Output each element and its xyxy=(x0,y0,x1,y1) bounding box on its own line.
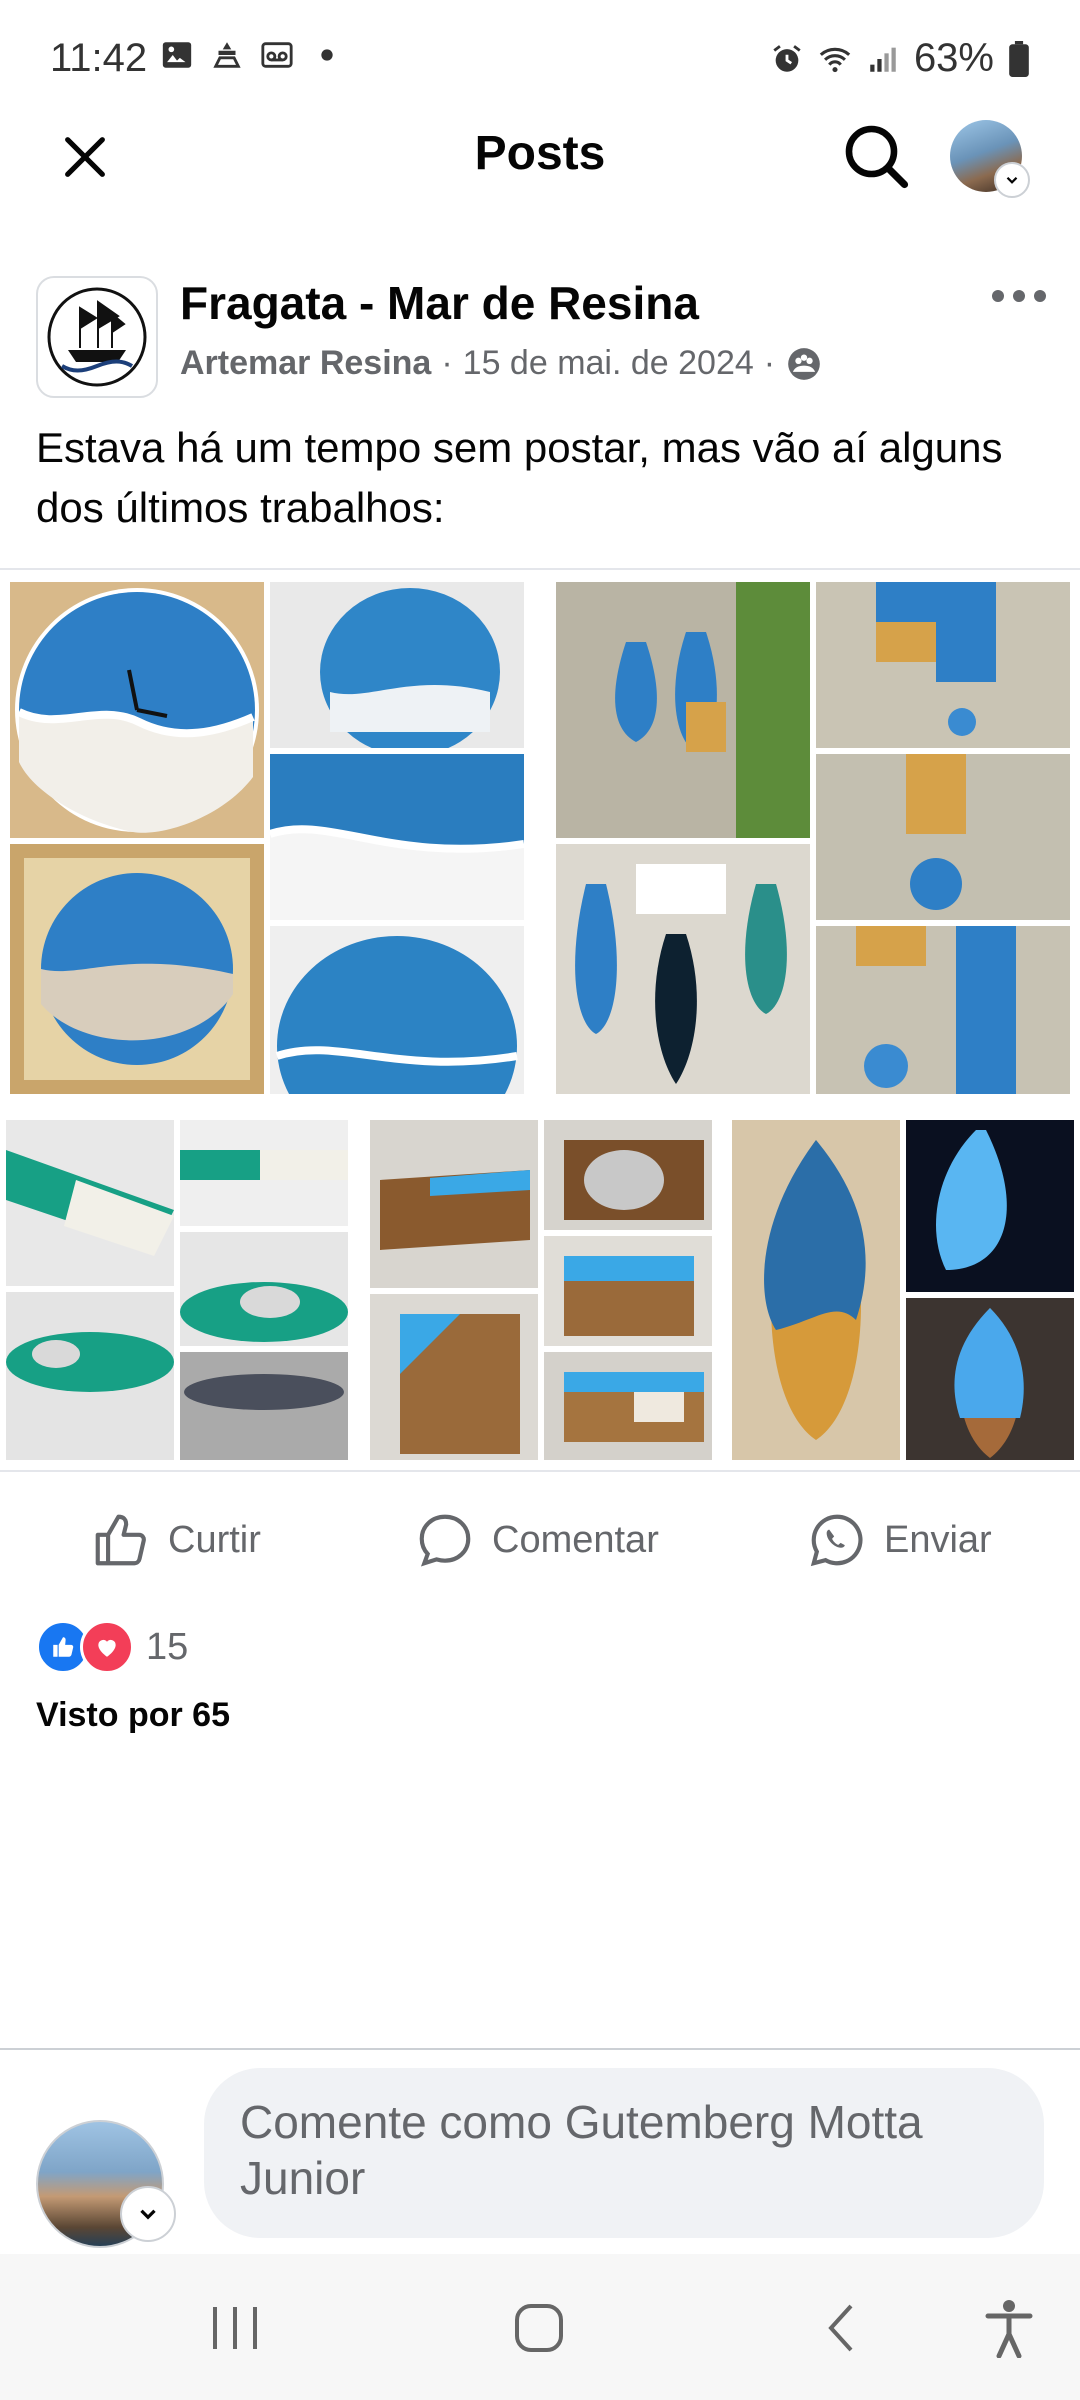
ship-logo-icon xyxy=(47,287,147,387)
photo-glow-2[interactable] xyxy=(906,1298,1074,1460)
photo-clock-box[interactable] xyxy=(10,844,264,1094)
reaction-count: 15 xyxy=(146,1625,189,1668)
home-button[interactable] xyxy=(494,2288,584,2368)
status-time: 11:42 xyxy=(50,36,148,80)
photo-surfboards[interactable] xyxy=(556,844,810,1094)
photo-table-2[interactable] xyxy=(180,1120,348,1226)
chevron-down-icon xyxy=(994,162,1030,198)
recents-icon xyxy=(213,2307,257,2349)
page-title: Posts xyxy=(474,127,606,180)
more-options-button[interactable] xyxy=(984,276,1054,316)
photo-clock-4[interactable] xyxy=(270,926,524,1094)
photo-surfboard-large[interactable] xyxy=(732,1120,900,1460)
photo-collage[interactable] xyxy=(0,572,1080,1472)
page-logo[interactable] xyxy=(36,276,158,398)
photo-keychain-2[interactable] xyxy=(816,582,1070,748)
wifi-icon xyxy=(819,47,851,72)
photo-board-3[interactable] xyxy=(544,1236,712,1346)
signal-icon xyxy=(870,47,896,72)
divider xyxy=(0,1470,1080,1472)
reactions-summary[interactable]: 15 xyxy=(36,1620,188,1674)
home-icon xyxy=(515,2304,563,2352)
meta-separator: · xyxy=(763,344,776,382)
thumbs-up-icon xyxy=(95,1514,146,1566)
recent-apps-button[interactable] xyxy=(190,2288,280,2368)
photo-clock-3[interactable] xyxy=(270,754,524,920)
post-text: Estava há um tempo sem postar, mas vão a… xyxy=(36,424,1003,531)
accessibility-button[interactable] xyxy=(964,2288,1054,2368)
whatsapp-icon xyxy=(810,1514,863,1567)
profile-menu-button[interactable] xyxy=(948,118,1030,198)
search-icon xyxy=(845,125,909,189)
dot-icon xyxy=(321,49,333,61)
photo-board-1[interactable] xyxy=(370,1120,538,1288)
weather-icon xyxy=(213,42,241,68)
send-label: Enviar xyxy=(884,1518,992,1561)
more-dots-icon xyxy=(992,290,1046,302)
gallery-icon xyxy=(162,42,192,68)
app-header: Posts xyxy=(0,100,1080,210)
love-reaction-icon xyxy=(80,1620,134,1674)
back-button[interactable] xyxy=(796,2288,886,2368)
post-meta: Artemar Resina · 15 de mai. de 2024 · xyxy=(180,344,823,383)
status-bar: 11:42 63% xyxy=(0,0,1080,100)
status-notification-icons xyxy=(160,38,344,72)
meta-separator: · xyxy=(441,344,453,382)
system-nav-bar xyxy=(0,2254,1080,2400)
send-button[interactable]: Enviar xyxy=(806,1500,992,1580)
post-page-name[interactable]: Fragata - Mar de Resina xyxy=(180,276,699,330)
like-label: Curtir xyxy=(168,1518,261,1561)
photo-clock-1[interactable] xyxy=(10,582,264,838)
battery-percent: 63% xyxy=(913,36,994,80)
photo-board-4[interactable] xyxy=(370,1294,538,1460)
voicemail-icon xyxy=(261,42,293,68)
accessibility-icon xyxy=(985,2300,1033,2358)
comment-input[interactable]: Comente como Gutemberg Motta Junior xyxy=(204,2068,1044,2238)
status-system-icons: 63% xyxy=(770,36,1030,81)
photo-keychain-3[interactable] xyxy=(816,754,1070,920)
photo-table-5[interactable] xyxy=(180,1352,348,1460)
divider xyxy=(0,568,1080,570)
photo-table-3[interactable] xyxy=(180,1232,348,1346)
post-date[interactable]: 15 de mai. de 2024 xyxy=(463,344,754,383)
group-icon xyxy=(788,347,820,380)
photo-board-5[interactable] xyxy=(544,1352,712,1460)
post-author[interactable]: Artemar Resina xyxy=(180,344,431,383)
photo-keychain-1[interactable] xyxy=(556,582,810,838)
photo-board-2[interactable] xyxy=(544,1120,712,1230)
photo-clock-2[interactable] xyxy=(270,582,524,748)
comment-label: Comentar xyxy=(492,1518,659,1561)
photo-table-4[interactable] xyxy=(6,1292,174,1460)
back-icon xyxy=(828,2304,853,2352)
photo-table-1[interactable] xyxy=(6,1120,174,1286)
divider xyxy=(0,2048,1080,2050)
photo-glow-1[interactable] xyxy=(906,1120,1074,1292)
like-button[interactable]: Curtir xyxy=(90,1500,261,1580)
battery-icon xyxy=(1009,40,1029,77)
seen-by[interactable]: Visto por 65 xyxy=(36,1696,230,1735)
comment-icon xyxy=(419,1514,471,1567)
comment-button[interactable]: Comentar xyxy=(414,1500,659,1580)
chevron-down-icon[interactable] xyxy=(120,2186,176,2242)
alarm-icon xyxy=(773,44,801,72)
search-button[interactable] xyxy=(838,118,914,194)
photo-keychain-4[interactable] xyxy=(816,926,1070,1094)
